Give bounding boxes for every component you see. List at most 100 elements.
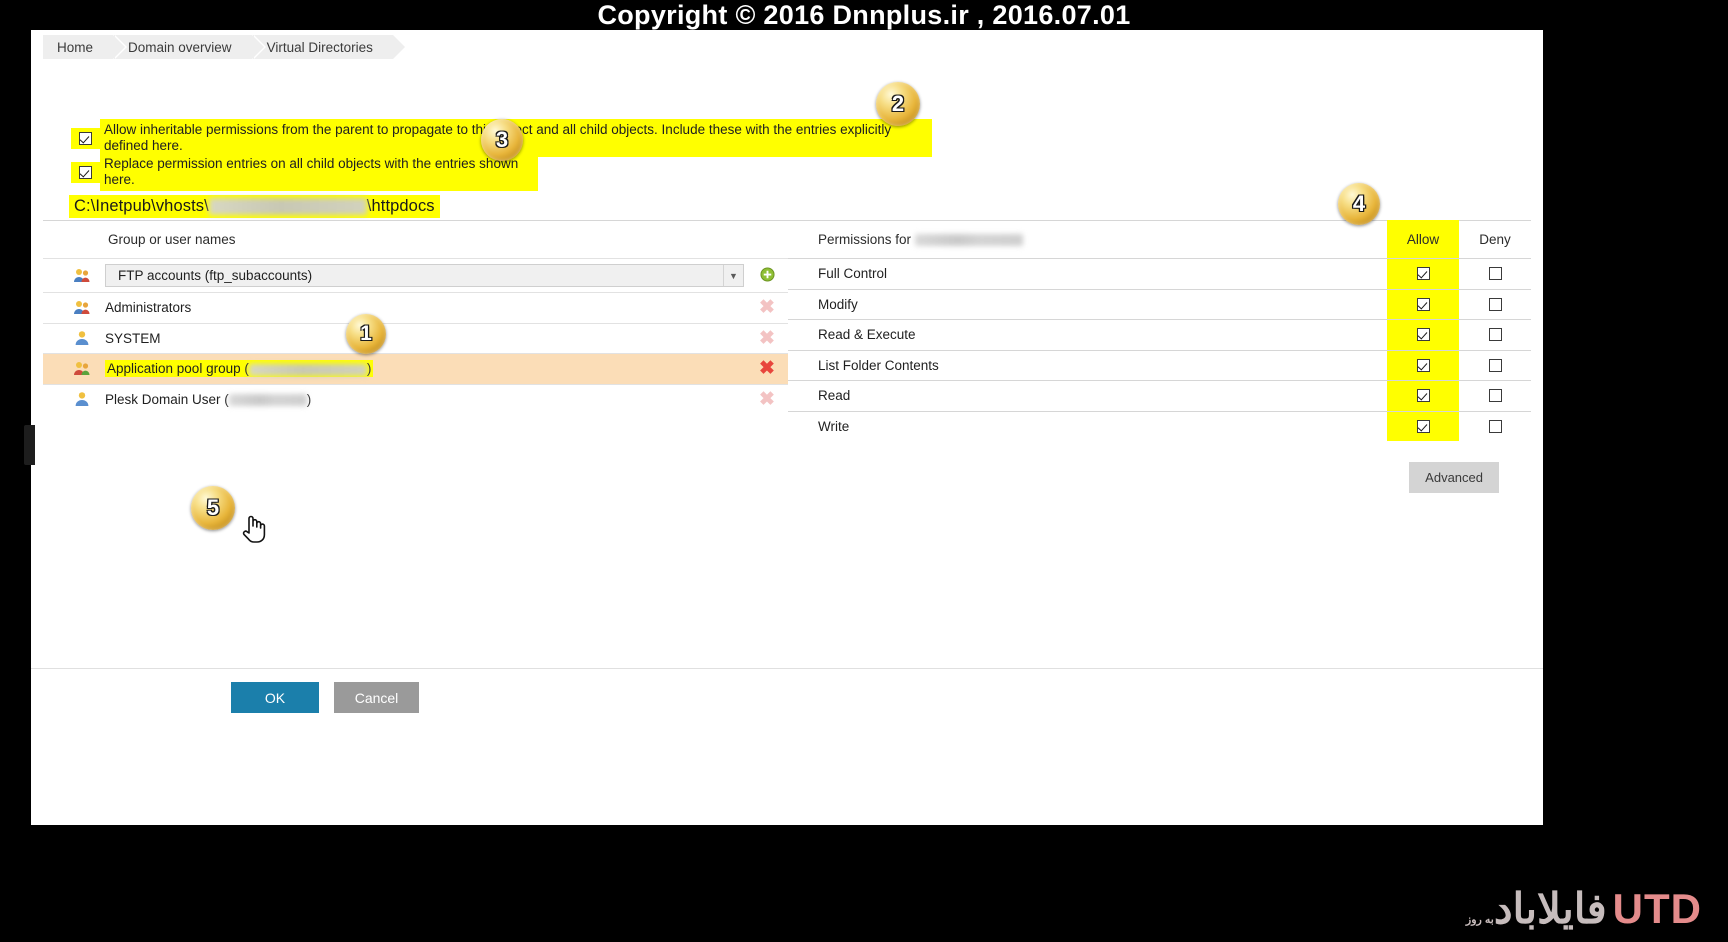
deny-checkbox[interactable] <box>1488 358 1502 372</box>
deny-checkbox[interactable] <box>1488 267 1502 281</box>
allow-checkbox[interactable] <box>1416 328 1430 342</box>
callout-badge-1: 1 <box>346 314 386 354</box>
ftp-accounts-row[interactable]: FTP accounts (ftp_subaccounts) ▼ <box>43 258 788 292</box>
permission-label: List Folder Contents <box>818 357 939 373</box>
callout-badge-2: 2 <box>876 82 920 126</box>
watermark-secondary: UTD <box>1612 885 1702 932</box>
permissions-header-redacted <box>914 233 1023 246</box>
directory-path: C:\Inetpub\vhosts\ \httpdocs <box>69 195 440 218</box>
user-row-label-suffix: ) <box>366 361 372 377</box>
allow-checkbox[interactable] <box>1416 297 1430 311</box>
permissions-header-row: Permissions for Allow Deny <box>788 220 1531 258</box>
user-row-label: Administrators <box>105 300 192 316</box>
copyright-banner: Copyright © 2016 Dnnplus.ir , 2016.07.01 <box>597 0 1131 30</box>
permission-label: Modify <box>818 296 858 312</box>
breadcrumb-item-domain-overview[interactable]: Domain overview <box>114 35 266 59</box>
remove-x-icon[interactable]: ✖ <box>754 298 780 317</box>
cancel-button[interactable]: Cancel <box>334 682 419 713</box>
permissions-header-prefix: Permissions for <box>818 231 915 247</box>
ftp-accounts-combobox-value: FTP accounts (ftp_subaccounts) <box>118 268 313 283</box>
path-suffix: \httpdocs <box>366 197 435 215</box>
user-row-label-prefix: Plesk Domain User ( <box>105 391 229 407</box>
permission-row-list-folder-contents[interactable]: List Folder Contents <box>788 349 1531 381</box>
dialog-button-bar: OK Cancel <box>231 682 419 713</box>
remove-x-icon[interactable]: ✖ <box>754 390 780 409</box>
advanced-button[interactable]: Advanced <box>1409 462 1499 493</box>
deny-checkbox[interactable] <box>1488 297 1502 311</box>
permissions-panel: Permissions for Allow Deny Full Control … <box>788 220 1531 493</box>
add-green-plus-icon[interactable] <box>754 266 780 285</box>
inherit-permissions-checkbox-wrap <box>71 127 100 149</box>
group-users-icon <box>73 299 91 317</box>
allow-cell[interactable] <box>1387 259 1459 289</box>
allow-cell[interactable] <box>1387 411 1459 441</box>
permission-row-read[interactable]: Read <box>788 380 1531 411</box>
allow-cell[interactable] <box>1387 289 1459 319</box>
deny-checkbox[interactable] <box>1488 389 1502 403</box>
inherit-permissions-checkbox[interactable] <box>79 131 92 145</box>
permission-label: Full Control <box>818 266 888 282</box>
user-row-label: SYSTEM <box>105 330 161 346</box>
user-row-label-suffix: ) <box>306 391 312 407</box>
allow-cell[interactable] <box>1387 320 1459 350</box>
breadcrumb-item-virtual-directories[interactable]: Virtual Directories <box>252 35 408 59</box>
deny-column-header: Deny <box>1479 231 1511 247</box>
callout-badge-3: 3 <box>481 119 523 161</box>
allow-checkbox[interactable] <box>1416 389 1430 403</box>
ok-button[interactable]: OK <box>231 682 319 713</box>
allow-checkbox[interactable] <box>1416 358 1430 372</box>
user-row-system[interactable]: SYSTEM ✖ <box>43 322 788 354</box>
deny-checkbox[interactable] <box>1488 419 1502 433</box>
allow-checkbox[interactable] <box>1416 419 1430 433</box>
footer-divider <box>31 668 1543 669</box>
callout-badge-5: 5 <box>191 486 235 530</box>
replace-permissions-checkbox[interactable] <box>79 165 92 179</box>
left-edge-tab[interactable] <box>24 425 35 465</box>
deny-cell[interactable] <box>1459 290 1531 320</box>
watermark-primary: فایلاباد <box>1493 885 1607 932</box>
user-row-label: Application pool group () <box>105 360 754 378</box>
permission-label: Read <box>818 388 851 404</box>
remove-x-icon[interactable]: ✖ <box>754 329 780 348</box>
user-row-application-pool-group[interactable]: Application pool group () ✖ <box>43 353 788 384</box>
permission-row-full-control[interactable]: Full Control <box>788 258 1531 289</box>
user-row-plesk-domain-user[interactable]: Plesk Domain User () ✖ <box>43 383 788 415</box>
deny-cell[interactable] <box>1459 412 1531 442</box>
permission-row-modify[interactable]: Modify <box>788 288 1531 320</box>
group-users-icon <box>73 360 91 378</box>
breadcrumb-item-home[interactable]: Home <box>43 35 128 59</box>
watermark-subtext: به روز <box>1465 914 1494 926</box>
application-pool-group-highlight: Application pool group () <box>105 360 374 378</box>
chevron-down-icon[interactable]: ▼ <box>723 265 743 286</box>
plesk-permissions-page: Home Domain overview Virtual Directories… <box>31 30 1543 825</box>
callout-badge-4: 4 <box>1338 183 1380 225</box>
user-row-label: Plesk Domain User () <box>105 392 754 407</box>
group-list-header-label: Group or user names <box>108 231 236 247</box>
group-users-icon <box>73 267 91 285</box>
deny-cell[interactable] <box>1459 259 1531 289</box>
permission-row-read-execute[interactable]: Read & Execute <box>788 319 1531 350</box>
user-row-redacted-name <box>228 394 307 407</box>
remove-x-icon[interactable]: ✖ <box>754 359 780 378</box>
allow-cell[interactable] <box>1387 350 1459 380</box>
deny-checkbox[interactable] <box>1488 328 1502 342</box>
deny-cell[interactable] <box>1459 351 1531 381</box>
user-row-administrators[interactable]: Administrators ✖ <box>43 292 788 323</box>
allow-checkbox[interactable] <box>1416 267 1430 281</box>
breadcrumb: Home Domain overview Virtual Directories <box>43 35 408 59</box>
user-row-redacted-name <box>248 363 367 376</box>
path-prefix: C:\Inetpub\vhosts\ <box>74 197 209 215</box>
deny-cell[interactable] <box>1459 320 1531 350</box>
replace-permissions-row[interactable]: Replace permission entries on all child … <box>71 153 538 191</box>
group-or-user-names-panel: Group or user names FTP accounts (ftp_su… <box>43 220 788 414</box>
allow-cell[interactable] <box>1387 381 1459 411</box>
permission-label: Write <box>818 418 850 434</box>
replace-permissions-label: Replace permission entries on all child … <box>100 153 538 191</box>
allow-column-header: Allow <box>1387 220 1459 258</box>
ftp-accounts-combobox[interactable]: FTP accounts (ftp_subaccounts) ▼ <box>105 264 744 287</box>
deny-cell[interactable] <box>1459 381 1531 411</box>
group-list-header: Group or user names <box>43 220 788 258</box>
single-user-icon <box>73 390 91 408</box>
hand-cursor <box>241 512 267 549</box>
permission-row-write[interactable]: Write <box>788 410 1531 442</box>
